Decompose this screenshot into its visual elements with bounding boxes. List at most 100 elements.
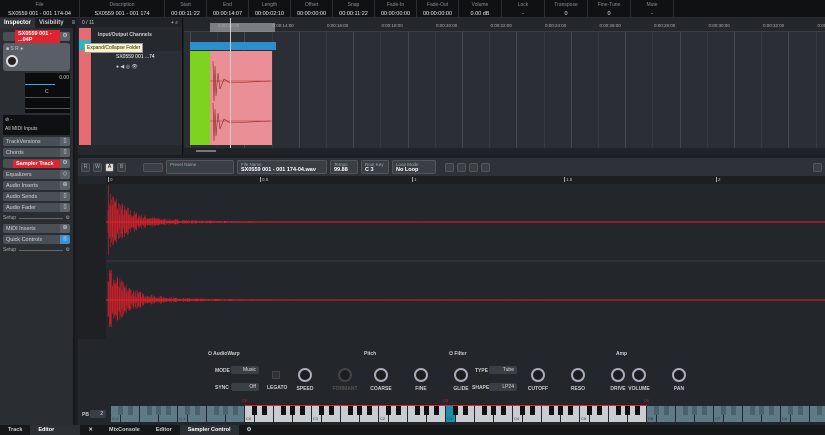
edit-icon[interactable]: ⚙: [60, 32, 70, 41]
black-key[interactable]: [567, 406, 573, 415]
black-key[interactable]: [634, 406, 640, 415]
tab-editor-left[interactable]: Editor: [30, 425, 81, 435]
tool-button[interactable]: [469, 162, 478, 172]
range-marker[interactable]: C6: [644, 398, 649, 403]
locator-range[interactable]: [210, 23, 275, 32]
close-icon[interactable]: ✕: [80, 425, 101, 435]
midi-input[interactable]: All MIDI Inputs: [5, 126, 68, 132]
info-value[interactable]: 00:00:00:00: [291, 11, 332, 17]
tempo-field[interactable]: Tempo 99.88: [330, 160, 358, 174]
black-key[interactable]: [319, 406, 325, 415]
section-filter[interactable]: ⏻ Filter: [449, 351, 467, 357]
info-value[interactable]: SX0559 001 - 001 174: [80, 11, 164, 17]
info-field-lock[interactable]: Lock -: [502, 0, 545, 18]
gear-icon[interactable]: ⚙: [239, 425, 260, 435]
sample-ruler[interactable]: 0 0.5 1 1.5 2: [106, 176, 825, 184]
black-key[interactable]: [213, 406, 219, 415]
info-value[interactable]: 00:00:00:00: [375, 11, 416, 17]
info-value[interactable]: -: [631, 11, 673, 17]
black-key[interactable]: [768, 406, 774, 415]
tab-track[interactable]: Track: [0, 425, 30, 435]
info-field-transpose[interactable]: Transpose 0: [545, 0, 588, 18]
b-button[interactable]: B: [117, 162, 126, 172]
black-key[interactable]: [625, 406, 631, 415]
info-value[interactable]: 00:00:11:22: [165, 11, 206, 17]
legato-checkbox[interactable]: [272, 371, 280, 379]
black-key[interactable]: [596, 406, 602, 415]
black-key[interactable]: [520, 406, 526, 415]
mode-select[interactable]: Music: [231, 366, 259, 374]
black-key[interactable]: [232, 406, 238, 415]
black-key[interactable]: [395, 406, 401, 415]
info-value[interactable]: 00:00:00:00: [417, 11, 458, 17]
black-key[interactable]: [759, 406, 765, 415]
info-value[interactable]: -: [502, 11, 544, 17]
section-equalizers[interactable]: Equalizers ◇: [3, 170, 70, 179]
tool-button[interactable]: [457, 162, 466, 172]
black-key[interactable]: [414, 406, 420, 415]
section-audio-fader[interactable]: Audio Fader ▯: [3, 203, 70, 212]
track-buttons[interactable]: ● ◀ ◎ 👁: [116, 64, 138, 70]
waveform-display[interactable]: [106, 184, 825, 339]
pitchbend-select[interactable]: 2: [90, 410, 106, 418]
black-key[interactable]: [491, 406, 497, 415]
a-button[interactable]: A: [105, 162, 114, 172]
range-marker[interactable]: C0: [242, 398, 247, 403]
track-name[interactable]: SX0559 001 - ...04P: [15, 29, 60, 44]
black-key[interactable]: [654, 406, 660, 415]
keyboard[interactable]: C-2 C-1 C0 C1 C2 C3 C4 C5 C6 C7 C8 C0 C3 C6: [111, 398, 825, 422]
black-key[interactable]: [280, 406, 286, 415]
section-audio-sends[interactable]: Audio Sends ▯: [3, 192, 70, 201]
key-range-line[interactable]: [245, 405, 647, 406]
black-key[interactable]: [529, 406, 535, 415]
knob-glide[interactable]: GLIDE: [448, 368, 474, 392]
tab-editor[interactable]: Editor: [148, 425, 180, 435]
knob-reso[interactable]: RESO: [565, 368, 591, 392]
section-audiowarp[interactable]: ⏻ AudioWarp: [208, 351, 240, 357]
info-value[interactable]: 0: [588, 11, 630, 17]
read-button[interactable]: R: [81, 162, 90, 172]
info-field-length[interactable]: Length 00:00:02:10: [249, 0, 291, 18]
black-key[interactable]: [328, 406, 334, 415]
section-trackversions[interactable]: TrackVersions ▯: [3, 137, 70, 146]
knob-cutoff[interactable]: CUTOFF: [525, 368, 551, 392]
knob-pan[interactable]: PAN: [666, 368, 692, 392]
mode-buttons[interactable]: [143, 162, 163, 172]
black-key[interactable]: [749, 406, 755, 415]
audio-event[interactable]: [210, 51, 272, 145]
info-field-start[interactable]: Start 00:00:11:22: [165, 0, 207, 18]
section-sampler-track[interactable]: Sampler Track ⚙: [3, 159, 70, 168]
black-key[interactable]: [290, 406, 296, 415]
black-key[interactable]: [299, 406, 305, 415]
black-key[interactable]: [500, 406, 506, 415]
section-quick-controls[interactable]: Quick Controls ◎: [3, 235, 70, 244]
black-key[interactable]: [453, 406, 459, 415]
black-key[interactable]: [692, 406, 698, 415]
info-field-fade-out[interactable]: Fade-Out 00:00:00:00: [417, 0, 459, 18]
black-key[interactable]: [462, 406, 468, 415]
sync-select[interactable]: Off: [231, 383, 259, 391]
black-key[interactable]: [366, 406, 372, 415]
info-field-offset[interactable]: Offset 00:00:00:00: [291, 0, 333, 18]
tool-button[interactable]: [445, 162, 454, 172]
track-name[interactable]: SX0559 001 ...74: [116, 54, 155, 60]
black-key[interactable]: [252, 406, 258, 415]
info-value[interactable]: 00:00:11:22: [333, 11, 374, 17]
write-button[interactable]: W: [93, 162, 102, 172]
black-key[interactable]: [261, 406, 267, 415]
section-chords[interactable]: Chords ▯: [3, 148, 70, 157]
black-key[interactable]: [682, 406, 688, 415]
knob-volume[interactable]: VOLUME: [626, 368, 652, 392]
knob-speed[interactable]: SPEED: [292, 368, 318, 392]
black-key[interactable]: [127, 406, 133, 415]
section-midi-inserts[interactable]: MIDI Inserts ⊕: [3, 224, 70, 233]
black-key[interactable]: [223, 406, 229, 415]
knob-formant[interactable]: FORMANT: [332, 368, 358, 392]
black-key[interactable]: [587, 406, 593, 415]
black-key[interactable]: [433, 406, 439, 415]
shape-select[interactable]: LP24: [489, 383, 517, 391]
black-key[interactable]: [424, 406, 430, 415]
knob-fine[interactable]: FINE: [408, 368, 434, 392]
black-key[interactable]: [721, 406, 727, 415]
info-value[interactable]: 0.00 dB: [459, 11, 501, 17]
